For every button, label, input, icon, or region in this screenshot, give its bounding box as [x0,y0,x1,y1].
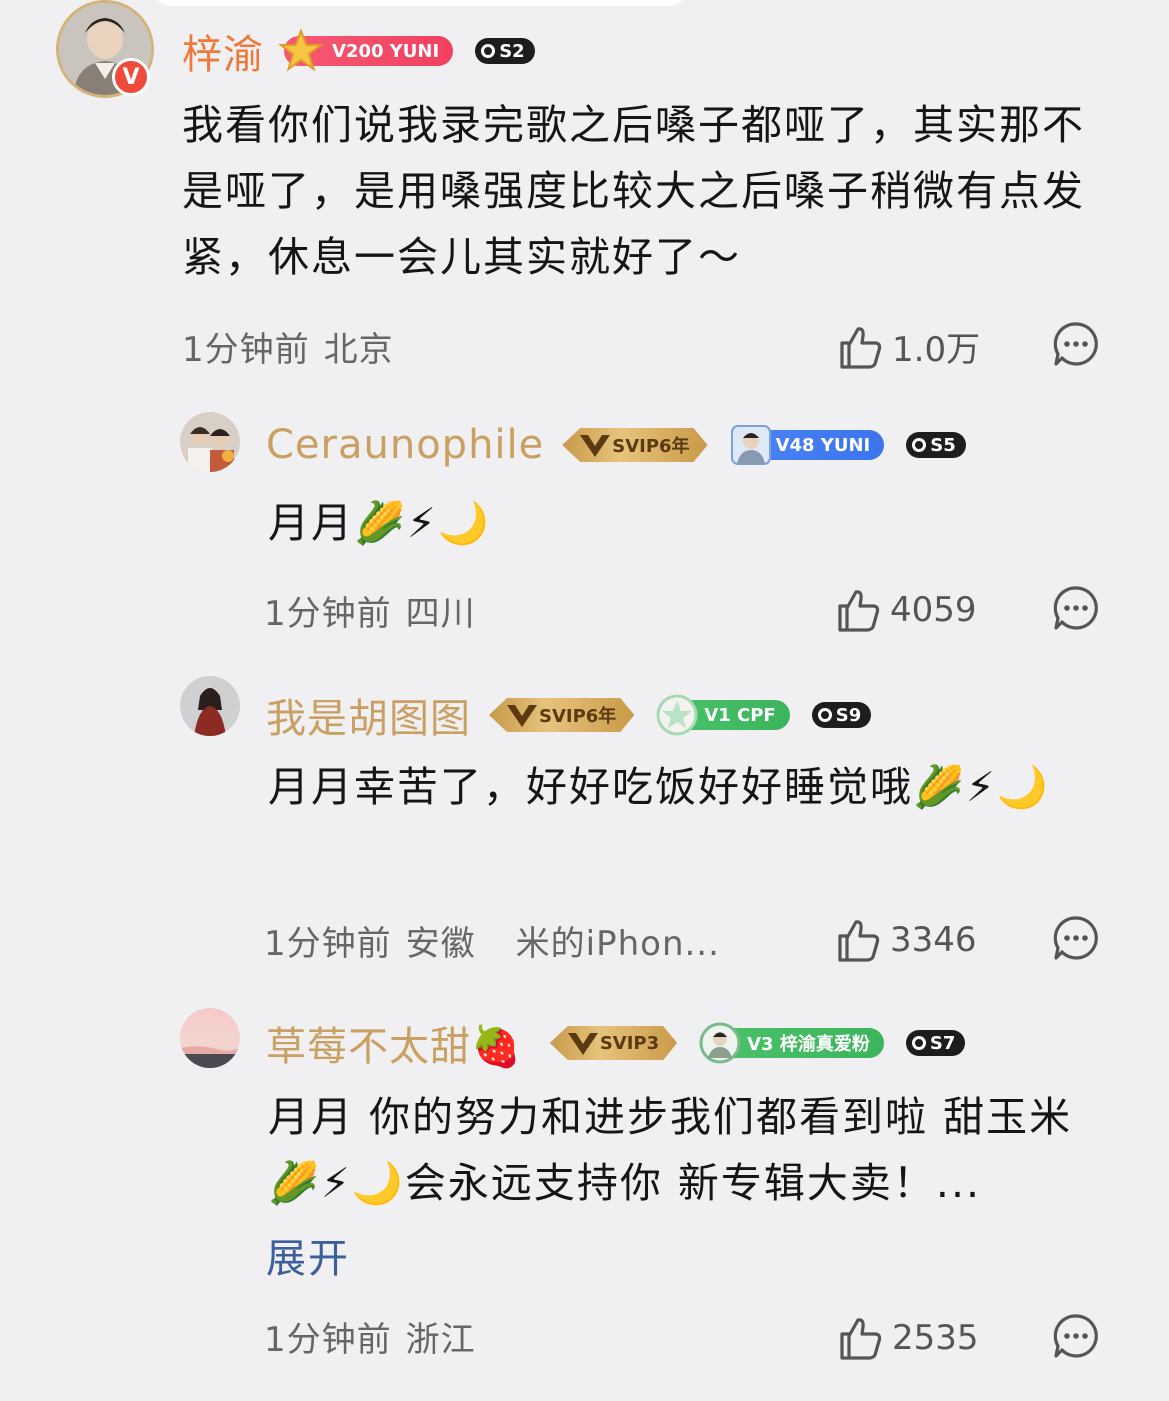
fan-avatar-icon [699,1022,741,1064]
s-ring-icon [911,1036,926,1050]
timestamp: 1分钟前 [264,594,392,634]
star-icon [656,694,698,736]
level-badge[interactable]: V1 CPF [656,694,790,736]
s-badge[interactable]: S5 [906,432,966,458]
like-count: 2535 [892,1318,979,1358]
comment-text: 月月 你的努力和进步我们都看到啦 甜玉米🌽⚡🌙会永远支持你 新专辑大卖！... [268,1093,1073,1207]
verified-v-icon: V [112,58,150,96]
username[interactable]: 我是胡图图 [266,686,471,744]
comment-meta: 1分钟前 北京 [182,322,394,371]
username[interactable]: 草莓不太甜🍓 [266,1014,522,1072]
previous-card-edge [150,0,690,6]
comment-bubble-icon[interactable] [1052,320,1100,368]
thumbs-up-icon [840,326,882,369]
comment-text: 月月🌽⚡🌙 [268,499,491,547]
username[interactable]: 梓渝 [182,22,264,80]
star-icon [278,28,324,72]
comment-meta: 1分钟前 安徽 米的iPhon... [264,916,720,965]
svip-v-icon [578,431,612,459]
svip-v-icon [505,701,539,729]
s-badge[interactable]: S9 [811,702,872,728]
comment-text: 我看你们说我录完歌之后嗓子都哑了，其实那不是哑了，是用嗓强度比较大之后嗓子稍微有… [182,101,1085,281]
comment-meta: 1分钟前 浙江 [264,1312,476,1361]
comment-bubble-icon[interactable] [1052,1312,1100,1360]
device: 米的iPhon... [515,924,720,964]
thumbs-up-icon [840,1318,882,1360]
comment-bubble-icon[interactable] [1052,914,1100,962]
like-button[interactable]: 1.0万 [836,322,980,371]
level-badge[interactable]: V48 YUNI [730,425,885,465]
like-button[interactable]: 3346 [834,916,977,964]
svip-v-icon [566,1029,600,1057]
svip-badge[interactable]: SVIP6年 [489,698,634,732]
like-count: 1.0万 [892,330,981,370]
s-ring-icon [481,44,496,58]
s-badge[interactable]: S2 [475,38,535,64]
svip-badge[interactable]: SVIP6年 [562,428,707,462]
s-ring-icon [912,438,927,452]
thumbs-up-icon [838,590,880,632]
comment-meta: 1分钟前 四川 [264,586,476,635]
location: 浙江 [405,1320,476,1360]
timestamp: 1分钟前 [264,1320,392,1360]
comment-bubble-icon[interactable] [1052,584,1100,632]
name-row: Ceraunophile SVIP6年 V48 YUNI S5 [266,422,966,468]
comment-text: 月月幸苦了，好好吃饭好好睡觉哦🌽⚡🌙 [268,763,1050,811]
location: 四川 [405,594,476,634]
timestamp: 1分钟前 [182,330,310,370]
avatar[interactable] [180,676,240,736]
s-ring-icon [817,708,832,722]
avatar[interactable] [180,1008,240,1068]
avatar[interactable] [180,412,240,472]
level-badge[interactable]: V3 梓渝真爱粉 [699,1022,884,1064]
location: 安徽 [405,924,476,964]
thumbs-up-icon [838,920,880,962]
like-count: 3346 [890,920,977,960]
username[interactable]: Ceraunophile [266,422,544,468]
s-badge[interactable]: S7 [905,1030,966,1056]
location: 北京 [323,330,394,370]
expand-link[interactable]: 展开 [266,1226,350,1284]
like-count: 4059 [890,590,977,630]
fan-avatar-icon [730,425,771,465]
svip-badge[interactable]: SVIP3 [550,1026,677,1060]
like-button[interactable]: 4059 [834,586,977,634]
timestamp: 1分钟前 [264,924,392,964]
like-button[interactable]: 2535 [836,1314,979,1362]
name-row: 梓渝 V200 YUNI S2 [182,22,535,80]
name-row: 草莓不太甜🍓 SVIP3 V3 梓渝真爱粉 S7 [266,1014,966,1072]
name-row: 我是胡图图 SVIP6年 V1 CPF S9 [266,686,872,744]
level-badge[interactable]: V200 YUNI [278,28,454,72]
